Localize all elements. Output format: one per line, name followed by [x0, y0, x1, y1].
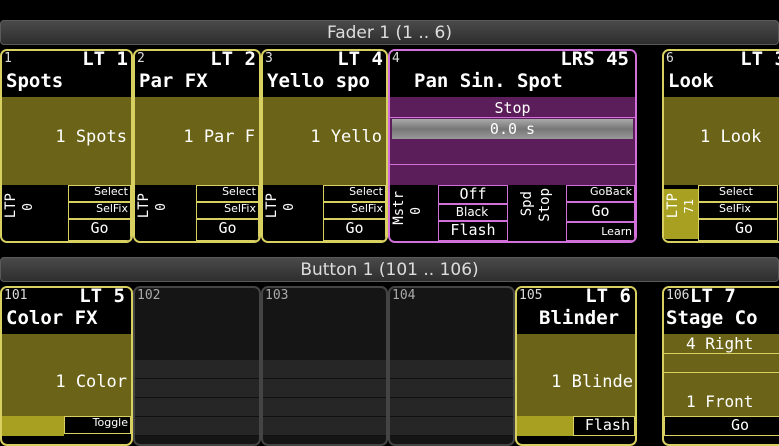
speed-stop-label: Stop — [537, 188, 553, 222]
executor-number: 3 — [265, 51, 273, 66]
executor-name: Look — [668, 70, 714, 92]
executor-number: 4 — [392, 51, 400, 66]
ltp-value: 0 — [154, 203, 169, 211]
go-button[interactable]: Go — [323, 219, 386, 241]
executor-number: 103 — [265, 288, 289, 303]
goback-button[interactable]: GoBack — [566, 185, 635, 202]
ltp-label: LTP — [665, 193, 681, 219]
go-button[interactable]: Go — [566, 202, 635, 222]
executor-cue-label: 1 Blinde — [551, 372, 633, 392]
executor-name: Spots — [6, 70, 64, 92]
select-button[interactable]: Select — [323, 185, 386, 202]
executor-number: 102 — [137, 288, 161, 303]
executor-number: 2 — [137, 51, 145, 66]
executor-type: LT 5 — [79, 286, 125, 307]
executor-number: 1 — [4, 51, 12, 66]
selfix-button[interactable]: SelFix — [68, 202, 131, 219]
ltp-value: 0 — [282, 203, 297, 211]
executor-number: 106 — [666, 288, 690, 303]
executor-type: LT 2 — [210, 49, 256, 70]
executor-fader-area[interactable]: 1 Yello — [263, 97, 386, 185]
ltp-value: 71 — [682, 199, 696, 214]
executor-name: Color FX — [6, 307, 98, 329]
button-executor-103[interactable]: 103 — [261, 286, 388, 446]
executor-button-area[interactable]: 4 Right 1 Front — [664, 334, 779, 416]
executor-name: Blinder — [539, 307, 620, 329]
executor-type: LT 7 — [690, 286, 736, 307]
fader-executor-6[interactable]: 6 LT 3 Look 1 Look LTP 71 Select SelFix … — [662, 49, 779, 243]
select-button[interactable]: Select — [68, 185, 131, 202]
speed-label: Spd — [519, 191, 535, 217]
button-executor-102[interactable]: 102 — [133, 286, 261, 446]
selfix-button[interactable]: SelFix — [196, 202, 259, 219]
executor-button-area[interactable]: 1 Color — [2, 334, 131, 416]
speed-time-display: 0.0 s — [392, 119, 633, 139]
fader-executor-2[interactable]: 2 LT 2 Par FX 1 Par F LTP 0 Select SelFi… — [133, 49, 261, 243]
select-button[interactable]: Select — [196, 185, 259, 202]
executor-name: Yello spo — [267, 70, 370, 92]
go-button[interactable]: Go — [698, 219, 778, 241]
selfix-button[interactable]: SelFix — [323, 202, 386, 219]
master-value: 0 — [409, 207, 424, 215]
executor-type: LT 6 — [585, 286, 631, 307]
ltp-label: LTP — [136, 193, 152, 219]
executor-line-2: 1 Front — [686, 392, 754, 411]
executor-type: LT 4 — [337, 49, 383, 70]
stop-button[interactable]: Stop — [390, 99, 635, 118]
executor-cue-label: 1 Color — [55, 372, 127, 392]
button-page-banner: Button 1 (101 .. 106) — [0, 257, 779, 282]
black-button[interactable]: Black — [438, 204, 508, 221]
go-button[interactable]: Go — [664, 416, 779, 436]
executor-cue-label: 1 Look — [700, 127, 762, 147]
button-executor-101[interactable]: 101 LT 5 Color FX 1 Color Toggle — [0, 286, 133, 446]
executor-type: LT 3 — [740, 49, 779, 70]
fader-executor-3[interactable]: 3 LT 4 Yello spo 1 Yello LTP 0 Select Se… — [261, 49, 388, 243]
selfix-button[interactable]: SelFix — [698, 202, 778, 219]
executor-type: LT 1 — [82, 49, 128, 70]
executor-cue-label: 1 Par F — [183, 127, 255, 147]
flash-button[interactable]: Flash — [573, 416, 635, 436]
executor-number: 6 — [666, 51, 674, 66]
executor-cue-label: 1 Yello — [310, 127, 382, 147]
executor-number: 105 — [519, 288, 543, 303]
flash-button[interactable]: Flash — [438, 221, 508, 241]
fader-page-banner: Fader 1 (1 .. 6) — [0, 20, 779, 45]
go-button[interactable]: Go — [68, 219, 131, 241]
button-executor-106[interactable]: 106 LT 7 Stage Co 4 Right 1 Front Go — [662, 286, 779, 446]
executor-line-1: 4 Right — [686, 334, 754, 353]
master-label: Mstr — [391, 191, 407, 225]
fader-executor-1[interactable]: 1 LT 1 Spots 1 Spots LTP 0 Select SelFix… — [0, 49, 133, 243]
executor-fader-area[interactable]: Stop 0.0 s — [390, 97, 635, 185]
executor-fader-area[interactable]: 1 Par F — [135, 97, 259, 185]
executor-name: Stage Co — [666, 307, 758, 329]
executor-name: Pan Sin. Spot — [414, 70, 563, 92]
executor-cue-label: 1 Spots — [55, 127, 127, 147]
executor-name: Par FX — [139, 70, 208, 92]
select-button[interactable]: Select — [698, 185, 778, 202]
go-button[interactable]: Go — [196, 219, 259, 241]
ltp-value: 0 — [21, 203, 36, 211]
executor-button-area[interactable]: 1 Blinde — [517, 334, 635, 416]
button-executor-104[interactable]: 104 — [388, 286, 515, 446]
executor-fader-area[interactable]: 1 Spots — [2, 97, 131, 185]
executor-type: LRS 45 — [560, 49, 629, 70]
learn-button[interactable]: Learn — [566, 222, 635, 241]
toggle-button[interactable]: Toggle — [64, 416, 131, 434]
executor-number: 101 — [4, 288, 28, 303]
executor-fader-area[interactable]: 1 Look — [664, 97, 779, 185]
executor-number: 104 — [392, 288, 416, 303]
off-button[interactable]: Off — [438, 185, 508, 204]
button-executor-105[interactable]: 105 LT 6 Blinder 1 Blinde Flash — [515, 286, 637, 446]
fader-executor-4[interactable]: 4 LRS 45 Pan Sin. Spot Stop 0.0 s Mstr 0… — [388, 49, 637, 243]
ltp-label: LTP — [264, 193, 280, 219]
ltp-label: LTP — [3, 193, 19, 219]
